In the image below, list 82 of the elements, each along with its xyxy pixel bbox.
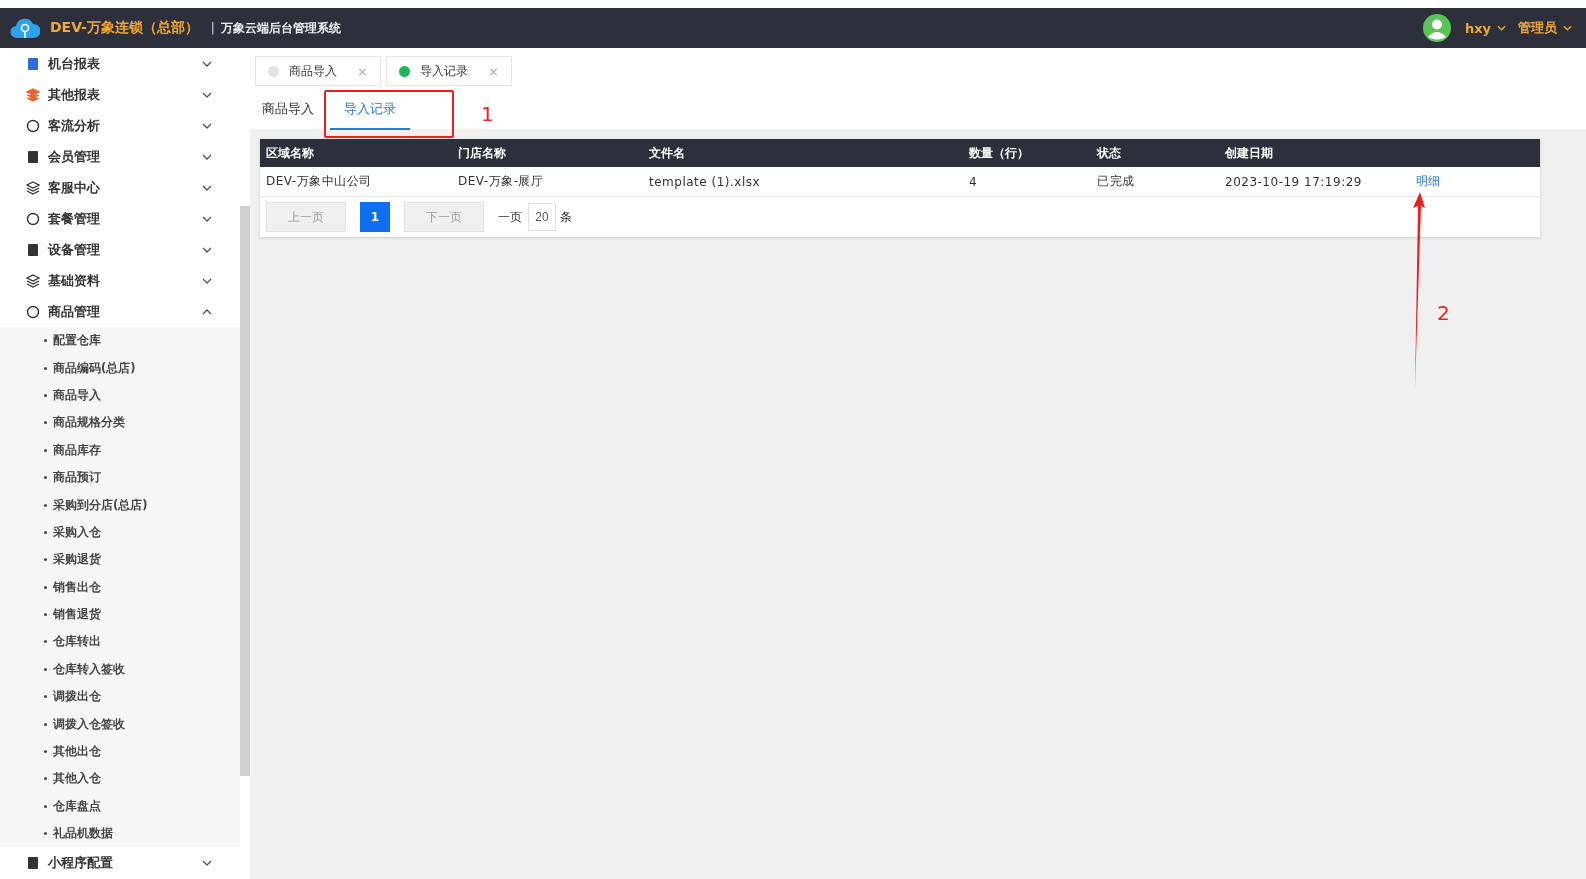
sidebar-submenu-item[interactable]: 商品导入 bbox=[0, 381, 240, 410]
page-tab[interactable]: 导入记录 × bbox=[385, 56, 512, 86]
user-menu[interactable]: hxy bbox=[1458, 20, 1512, 36]
menu-icon bbox=[26, 304, 40, 319]
sidebar-menu-item[interactable]: 客服中心 bbox=[0, 172, 240, 203]
sidebar-submenu-item[interactable]: 商品预订 bbox=[0, 463, 240, 492]
sidebar-submenu-item[interactable]: 商品库存 bbox=[0, 436, 240, 464]
sidebar-submenu-item[interactable]: 配置仓库 bbox=[0, 327, 240, 355]
cloud-logo-icon bbox=[10, 16, 40, 40]
chevron-down-icon bbox=[202, 91, 212, 98]
menu-icon bbox=[26, 273, 40, 288]
sidebar-submenu-item[interactable]: 仓库盘点 bbox=[0, 792, 240, 821]
sidebar-menu-item[interactable]: 会员管理 bbox=[0, 141, 240, 172]
column-header: 创建日期 bbox=[1224, 144, 1274, 162]
sidebar-menu-item[interactable]: 机台报表 bbox=[0, 48, 240, 79]
menu-icon bbox=[26, 56, 40, 71]
system-name: 万象云端后台管理系统 bbox=[220, 19, 341, 37]
menu-icon bbox=[26, 149, 40, 164]
chevron-down-icon bbox=[1497, 25, 1506, 31]
table-cell-text: 2023-10-19 17:19:29 bbox=[1224, 173, 1363, 191]
role-menu[interactable]: 管理员 bbox=[1512, 19, 1578, 37]
sidebar-submenu-item[interactable]: 仓库转出 bbox=[0, 628, 240, 656]
sidebar-submenu-item[interactable]: 商品编码(总店) bbox=[0, 354, 240, 382]
detail-link[interactable]: 明细 bbox=[1416, 167, 1440, 196]
sidebar-menu-item[interactable]: 其他报表 bbox=[0, 79, 240, 110]
sidebar-menu-item[interactable]: 基础资料 bbox=[0, 265, 240, 296]
sidebar-menu-item[interactable]: 小程序配置 bbox=[0, 847, 240, 879]
sub-tab[interactable]: 导入记录 bbox=[330, 92, 410, 130]
menu-icon bbox=[26, 242, 40, 257]
sidebar-submenu-item[interactable]: 其他出仓 bbox=[0, 737, 240, 766]
column-header: 文件名 bbox=[648, 144, 686, 162]
annotation-number: 1 bbox=[481, 102, 494, 126]
menu-icon bbox=[26, 87, 40, 102]
sidebar-submenu-item[interactable]: 销售退货 bbox=[0, 600, 240, 629]
table-cell-text: 4 bbox=[968, 173, 979, 191]
sidebar-menu-item[interactable]: 客流分析 bbox=[0, 110, 240, 141]
chevron-down-icon bbox=[202, 215, 212, 222]
per-page-unit: 条 bbox=[560, 208, 572, 226]
chevron-down-icon bbox=[202, 859, 212, 866]
table-cell-text: template (1).xlsx bbox=[648, 173, 762, 191]
table-cell-text: DEV-万象-展厅 bbox=[457, 173, 545, 190]
chevron-up-icon bbox=[202, 308, 212, 315]
sidebar-submenu-item[interactable]: 商品规格分类 bbox=[0, 409, 240, 437]
chevron-down-icon bbox=[202, 184, 212, 191]
chevron-down-icon bbox=[202, 246, 212, 253]
sidebar-submenu-item[interactable]: 采购入仓 bbox=[0, 518, 240, 547]
table-cell-text: DEV-万象中山公司 bbox=[265, 173, 373, 190]
column-header: 区域名称 bbox=[265, 144, 315, 162]
chevron-down-icon bbox=[202, 277, 212, 284]
title-separator: | bbox=[210, 21, 215, 35]
scrollbar-thumb[interactable] bbox=[240, 206, 250, 776]
menu-icon bbox=[26, 118, 40, 133]
chevron-down-icon bbox=[1563, 25, 1572, 31]
sidebar-menu-item[interactable]: 设备管理 bbox=[0, 234, 240, 265]
page-size-field[interactable]: 20 bbox=[528, 203, 556, 231]
sidebar-submenu-item[interactable]: 仓库转入签收 bbox=[0, 655, 240, 684]
menu-icon bbox=[26, 855, 40, 870]
sub-tab[interactable]: 商品导入 bbox=[262, 92, 314, 130]
brand-title: DEV-万象连锁（总部） bbox=[50, 19, 199, 37]
per-page-label: 一页 bbox=[498, 208, 522, 226]
menu-icon bbox=[26, 180, 40, 195]
sidebar-submenu-item[interactable]: 采购退货 bbox=[0, 546, 240, 574]
chevron-down-icon bbox=[202, 60, 212, 67]
table-cell-text: 已完成 bbox=[1096, 173, 1136, 190]
column-header: 门店名称 bbox=[457, 144, 507, 162]
sidebar-submenu-item[interactable]: 调拨入仓签收 bbox=[0, 710, 240, 738]
column-header: 状态 bbox=[1095, 144, 1122, 162]
annotation-number: 2 bbox=[1437, 301, 1450, 325]
menu-icon bbox=[26, 211, 40, 226]
column-header: 数量（行） bbox=[968, 144, 1030, 162]
sidebar-submenu-item[interactable]: 采购到分店(总店) bbox=[0, 491, 240, 519]
sidebar-submenu-item[interactable]: 调拨出仓 bbox=[0, 683, 240, 711]
chevron-down-icon bbox=[202, 122, 212, 129]
sidebar-submenu-item[interactable]: 其他入仓 bbox=[0, 765, 240, 793]
chevron-down-icon bbox=[202, 153, 212, 160]
avatar-icon[interactable] bbox=[1422, 14, 1451, 42]
sidebar-menu-item[interactable]: 商品管理 bbox=[0, 296, 240, 327]
sidebar-menu-item[interactable]: 套餐管理 bbox=[0, 203, 240, 234]
sidebar-submenu-item[interactable]: 礼品机数据 bbox=[0, 820, 240, 848]
page-tab[interactable]: 商品导入 × bbox=[255, 56, 381, 86]
sidebar-submenu-item[interactable]: 销售出仓 bbox=[0, 573, 240, 601]
page-number-button[interactable]: 1 bbox=[360, 202, 390, 232]
